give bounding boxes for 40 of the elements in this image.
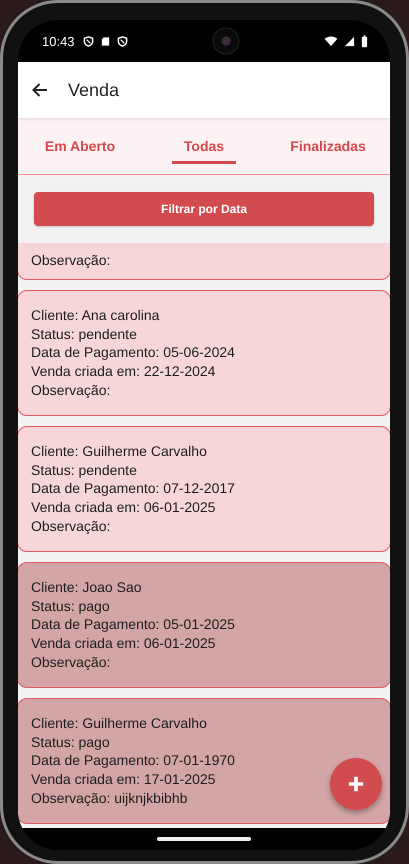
signal-icon (344, 36, 356, 46)
sale-detail-text: Data de Pagamento: 07-01-1970 (31, 751, 235, 770)
filter-by-date-button[interactable]: Filtrar por Data (34, 192, 374, 226)
sale-card[interactable]: Cliente: Guilherme Carvalho Status: pago Data de Pagamento: 07-01-1970 Venda criada em: 17-01-2025 Observação: uijknjkbibhb (18, 698, 390, 824)
sale-detail-text: Venda criada em: 06-01-2025 (31, 634, 216, 653)
clock-time: 10:43 (42, 34, 75, 48)
battery-icon (361, 34, 368, 48)
sale-detail-text: Observação: uijknjkbibhb (31, 788, 188, 808)
sale-detail-text: Data de Pagamento: 05-01-2025 (31, 615, 235, 634)
sale-detail-text: Observação: (31, 652, 110, 672)
sale-detail-text: Status: pago (31, 732, 110, 752)
tab[interactable]: Finalizadas (266, 118, 390, 174)
sale-detail-text: Status: pendente (31, 460, 137, 480)
tab[interactable]: Em Aberto (18, 118, 142, 174)
sale-detail-text: Observação: (31, 251, 110, 270)
sale-detail-text: Venda criada em: 06-01-2025 (31, 498, 216, 517)
sale-card[interactable]: Cliente: Guilherme Carvalho Status: pendente Data de Pagamento: 07-12-2017 Venda criada em: 06-01-2025 Observação: (18, 426, 390, 552)
sale-detail-text: Status: pendente (31, 324, 137, 344)
sale-detail-text: Observação: (31, 380, 110, 400)
screen-title: Venda (68, 80, 120, 100)
wifi-icon (324, 36, 338, 46)
sale-detail-text: Venda criada em: 17-01-2025 (31, 770, 216, 789)
plus-icon (347, 775, 365, 793)
sale-detail-text: Status: pago (31, 596, 110, 616)
sale-detail-text: Data de Pagamento: 07-12-2017 (31, 479, 235, 498)
sale-detail-text: Cliente: Guilherme Carvalho (31, 714, 207, 733)
sale-detail-text: Observação: (31, 516, 110, 536)
shield-icon (82, 36, 94, 46)
sale-card[interactable]: Cliente: Ana carolina Status: pendente Data de Pagamento: 05-06-2024 Venda criada em: 22-12-2024 Observação: (18, 290, 390, 416)
camera-icon (212, 27, 240, 55)
shield-icon (116, 36, 128, 46)
sale-detail-text: Cliente: Ana carolina (31, 306, 160, 325)
sale-detail-text: Cliente: Joao Sao (31, 578, 142, 597)
sd-card-icon (100, 36, 111, 46)
sale-detail-text: Data de Pagamento: 05-06-2024 (31, 343, 235, 362)
sale-detail-text: Venda criada em: 22-12-2024 (31, 362, 216, 381)
sale-card[interactable]: Observação: (18, 243, 390, 280)
tab[interactable]: Todas (142, 118, 266, 174)
sale-card[interactable]: Cliente: Joao Sao Status: pago Data de Pagamento: 05-01-2025 Venda criada em: 06-01-2025 Observação: (18, 562, 390, 688)
sale-detail-text: Cliente: Guilherme Carvalho (31, 442, 207, 461)
